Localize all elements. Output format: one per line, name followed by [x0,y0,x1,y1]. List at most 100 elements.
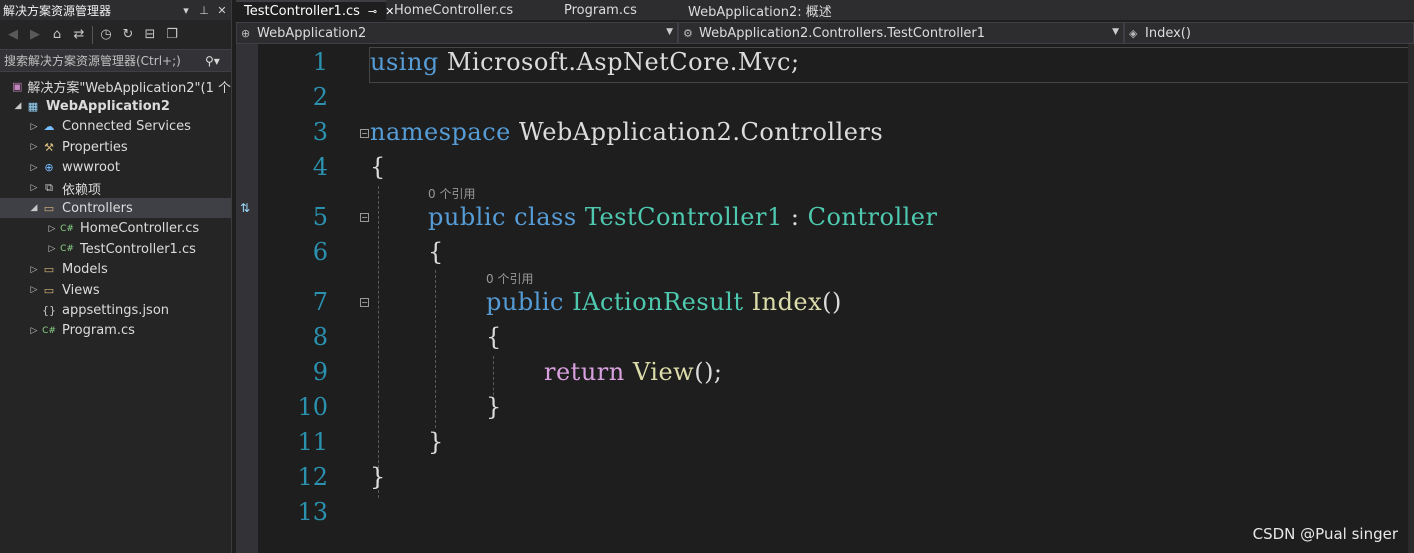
collapsed-arrow-icon[interactable]: ▷ [28,285,40,295]
tree-item-program[interactable]: ▷ C# Program.cs [0,321,231,341]
show-all-files-icon[interactable]: ❐ [163,26,181,44]
home-icon[interactable]: ⌂ [48,26,66,44]
forward-icon[interactable]: ▶ [26,26,44,44]
back-icon[interactable]: ◀ [4,26,22,44]
tree-item-label: WebApplication2 [46,98,170,114]
tree-item-properties[interactable]: ▷ ⚒ Properties [0,137,231,157]
pin-icon[interactable]: ⊸ [368,5,377,18]
tree-item-label: TestController1.cs [80,241,196,257]
collapsed-arrow-icon[interactable]: ▷ [46,224,58,234]
search-input[interactable]: 搜索解决方案资源管理器(Ctrl+;) [4,52,205,69]
code-text: : [782,203,808,231]
pending-changes-icon[interactable]: ◷ [97,26,115,44]
tab-overview[interactable]: WebApplication2: 概述 [680,0,880,20]
tree-item-wwwroot[interactable]: ▷ ⊕ wwwroot [0,158,231,178]
tree-item-dependencies[interactable]: ▷ ⧉ 依赖项 [0,178,231,198]
code-brace: { [428,238,444,266]
indent-guide [435,270,436,428]
line-number: 6 [312,238,328,266]
code-brace: } [370,463,386,491]
line-number: 5 [312,203,328,231]
line-number: 3 [312,118,328,146]
project-icon: ⊕ [241,26,251,40]
line-number: 7 [312,288,328,316]
class-icon: ⚙ [683,26,693,40]
collapsed-arrow-icon[interactable]: ▷ [28,183,40,193]
close-icon[interactable]: ✕ [213,4,231,17]
tree-item-appsettings[interactable]: {} appsettings.json [0,300,231,320]
tab-testcontroller1[interactable]: TestController1.cs ⊸ ✕ [236,0,394,20]
member-dropdown[interactable]: ◈ Index() [1124,22,1414,44]
collapsed-arrow-icon[interactable]: ▷ [28,142,40,152]
tree-item-label: Connected Services [62,119,191,135]
code-type: Controller [807,203,938,231]
code-line-7: public IActionResult Index() [486,288,842,316]
json-file-icon: {} [42,303,56,317]
collapse-all-icon[interactable]: ⊟ [141,26,159,44]
indent-guide [378,186,379,498]
code-type: IActionResult [572,288,744,316]
collapsed-arrow-icon[interactable]: ▷ [28,326,40,336]
code-line-10: } [486,393,502,421]
code-brace: } [486,393,502,421]
collapsed-arrow-icon[interactable]: ▷ [28,163,40,173]
expanded-arrow-icon[interactable]: ◢ [12,101,24,111]
code-line-4: { [370,153,386,181]
tree-item-project[interactable]: ◢ ▦ WebApplication2 [0,96,231,116]
solution-explorer-search[interactable]: 搜索解决方案资源管理器(Ctrl+;) ⚲▾ [0,50,231,72]
sync-icon[interactable]: ↻ [119,26,137,44]
tree-item-views[interactable]: ▷ ▭ Views [0,280,231,300]
tree-item-solution[interactable]: ▣ 解决方案"WebApplication2"(1 个 [0,76,231,96]
code-line-1: using Microsoft.AspNetCore.Mvc; [370,48,800,76]
tree-item-models[interactable]: ▷ ▭ Models [0,260,231,280]
project-icon: ▦ [27,99,39,113]
code-method: View [632,358,695,386]
solution-explorer-title: 解决方案资源管理器 [3,3,112,18]
connected-services-icon: ☁ [43,120,55,134]
csharp-file-icon: C# [60,223,74,234]
search-icon[interactable]: ⚲▾ [205,54,231,68]
collapsed-arrow-icon[interactable]: ▷ [46,244,58,254]
expanded-arrow-icon[interactable]: ◢ [28,203,40,213]
chevron-down-icon[interactable]: ▼ [666,27,673,37]
tree-item-homecontroller[interactable]: ▷ C# HomeController.cs [0,219,231,239]
quick-actions-icon[interactable]: ⇅ [240,201,250,215]
folder-icon: ▭ [43,263,55,277]
chevron-down-icon[interactable]: ▼ [1112,27,1119,37]
solution-explorer-panel: 解决方案资源管理器 ▾ ⊥ ✕ ◀ ▶ ⌂ ⇄ ◷ ↻ ⊟ ❐ 搜索解决方案资源… [0,0,232,553]
document-tab-strip: TestController1.cs ⊸ ✕ HomeController.cs… [236,0,1414,20]
tab-program[interactable]: Program.cs [556,0,680,20]
code-text: WebApplication2.Controllers [510,118,884,146]
tab-homecontroller[interactable]: HomeController.cs [386,0,556,20]
code-line-5: public class TestController1 : Controlle… [428,203,937,231]
line-number: 4 [312,153,328,181]
editor-glyph-margin: ⇅ [236,44,258,553]
collapse-icon[interactable]: − [360,129,369,138]
code-type: TestController1 [584,203,783,231]
collapsed-arrow-icon[interactable]: ▷ [28,122,40,132]
collapse-icon[interactable]: − [360,298,369,307]
code-line-3: namespace WebApplication2.Controllers [370,118,883,146]
project-dropdown[interactable]: ⊕ WebApplication2 ▼ [236,22,678,44]
line-number: 11 [297,428,328,456]
line-number: 8 [312,323,328,351]
pin-icon[interactable]: ⊥ [195,4,213,17]
line-number: 13 [297,498,328,526]
tree-item-connected-services[interactable]: ▷ ☁ Connected Services [0,117,231,137]
line-number: 1 [312,48,328,76]
codelens-references[interactable]: 0 个引用 [486,270,533,287]
tree-item-controllers[interactable]: ◢ ▭ Controllers [0,198,231,219]
collapsed-arrow-icon[interactable]: ▷ [28,265,40,275]
code-editor[interactable]: 1 2 3 4 5 6 7 8 9 10 11 12 13 − − − usin… [258,44,1414,553]
collapse-icon[interactable]: − [360,213,369,222]
type-dropdown-value: WebApplication2.Controllers.TestControll… [699,25,986,41]
type-dropdown[interactable]: ⚙ WebApplication2.Controllers.TestContro… [678,22,1124,44]
dropdown-icon[interactable]: ▾ [177,4,195,17]
vertical-scrollbar[interactable] [1408,44,1414,553]
tree-item-testcontroller1[interactable]: ▷ C# TestController1.cs [0,239,231,259]
navigation-bar: ⊕ WebApplication2 ▼ ⚙ WebApplication2.Co… [236,22,1414,44]
switch-views-icon[interactable]: ⇄ [70,26,88,44]
csharp-file-icon: C# [42,325,56,336]
codelens-references[interactable]: 0 个引用 [428,185,475,202]
code-line-9: return View(); [544,358,723,386]
